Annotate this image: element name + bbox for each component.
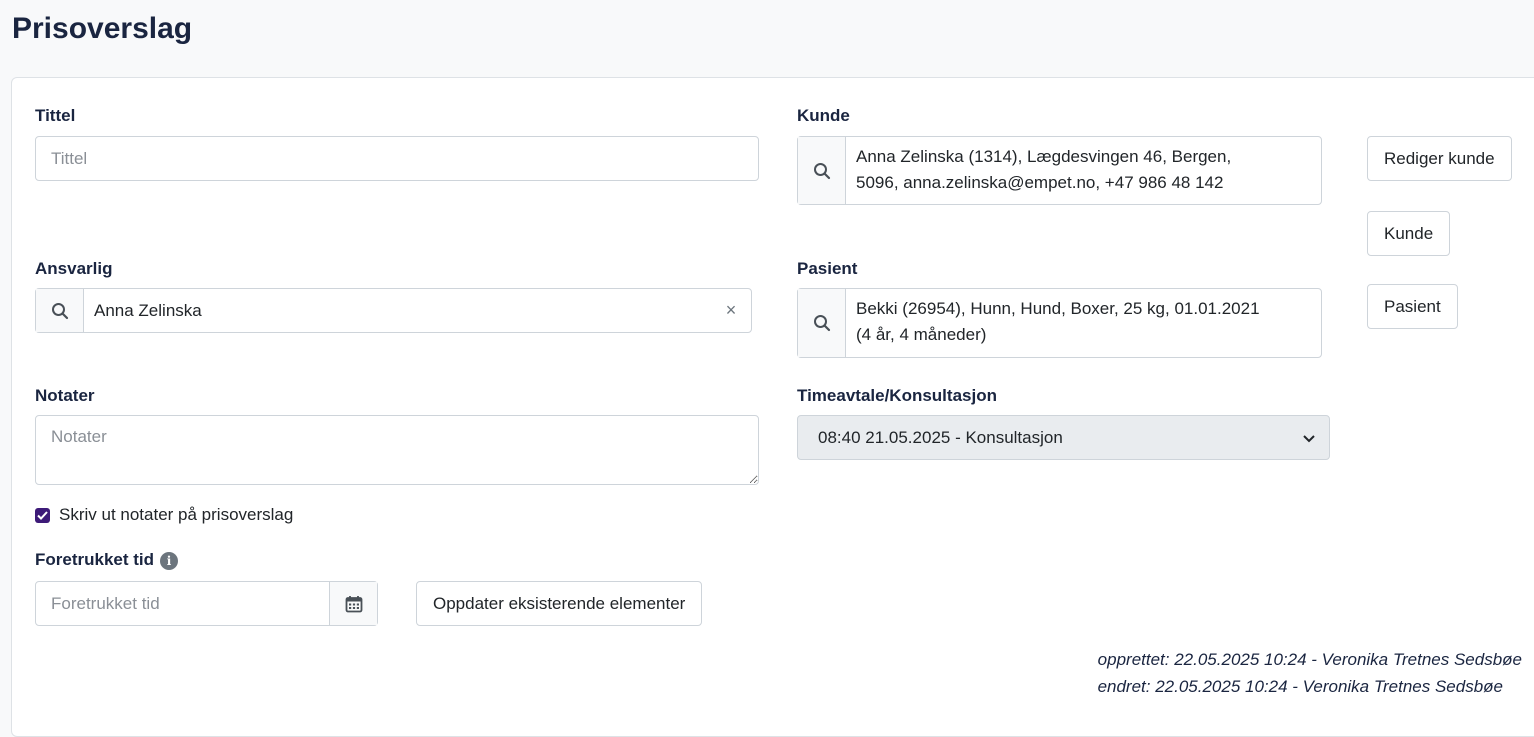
customer-button[interactable]: Kunde: [1367, 211, 1451, 256]
clear-icon[interactable]: ×: [711, 289, 751, 332]
search-icon: [36, 289, 84, 332]
patient-button[interactable]: Pasient: [1367, 284, 1458, 329]
search-icon: [798, 289, 846, 357]
calendar-icon[interactable]: [329, 582, 377, 625]
notes-label: Notater: [35, 386, 95, 405]
notes-textarea[interactable]: [35, 415, 759, 485]
appointment-label: Timeavtale/Konsultasjon: [797, 386, 997, 405]
preferred-time-label: Foretrukket tid i: [35, 550, 179, 570]
info-icon[interactable]: i: [160, 551, 179, 570]
title-input[interactable]: [35, 136, 759, 181]
print-notes-checkbox[interactable]: [35, 507, 50, 523]
chevron-down-icon: [1303, 428, 1315, 448]
customer-value: Anna Zelinska (1314), Lægdesvingen 46, B…: [856, 147, 1232, 192]
page-title: Prisoverslag: [12, 12, 193, 45]
preferred-time-field[interactable]: [35, 581, 378, 626]
update-existing-elements-button[interactable]: Oppdater eksisterende elementer: [416, 581, 703, 626]
patient-value: Bekki (26954), Hunn, Hund, Boxer, 25 kg,…: [856, 299, 1260, 344]
search-icon: [798, 137, 846, 204]
appointment-select[interactable]: 08:40 21.05.2025 - Konsultasjon: [797, 415, 1330, 460]
audit-info: opprettet: 22.05.2025 10:24 - Veronika T…: [1098, 646, 1522, 700]
responsible-value: Anna Zelinska: [94, 301, 202, 320]
patient-label: Pasient: [797, 259, 858, 278]
patient-search[interactable]: Bekki (26954), Hunn, Hund, Boxer, 25 kg,…: [797, 288, 1322, 358]
customer-search[interactable]: Anna Zelinska (1314), Lægdesvingen 46, B…: [797, 136, 1322, 205]
print-notes-option[interactable]: Skriv ut notater på prisoverslag: [35, 505, 293, 525]
print-notes-label: Skriv ut notater på prisoverslag: [59, 505, 294, 524]
preferred-time-input[interactable]: [36, 582, 329, 625]
customer-label: Kunde: [797, 106, 850, 125]
responsible-search[interactable]: Anna Zelinska ×: [35, 288, 752, 333]
edit-customer-button[interactable]: Rediger kunde: [1367, 136, 1512, 181]
created-info: opprettet: 22.05.2025 10:24 - Veronika T…: [1097, 650, 1522, 669]
responsible-label: Ansvarlig: [35, 259, 113, 278]
appointment-selected-value: 08:40 21.05.2025 - Konsultasjon: [818, 427, 1063, 447]
title-label: Tittel: [35, 106, 76, 125]
modified-info: endret: 22.05.2025 10:24 - Veronika Tret…: [1097, 677, 1503, 696]
